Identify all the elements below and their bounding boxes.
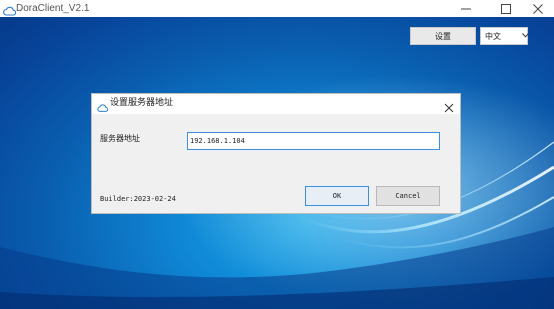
- minimize-button[interactable]: [451, 0, 481, 17]
- app-title-bar: DoraClient_V2.1: [0, 0, 554, 17]
- dialog-title-bar: 设置服务器地址: [92, 94, 460, 114]
- cloud-icon: [97, 98, 109, 117]
- server-address-label: 服务器地址: [100, 134, 140, 143]
- close-button[interactable]: [523, 0, 553, 17]
- cloud-icon: [3, 2, 17, 16]
- ok-button[interactable]: OK: [305, 186, 369, 206]
- server-address-dialog: 设置服务器地址 服务器地址 192.168.1.104 Builder:2023…: [91, 93, 461, 214]
- language-value: 中文: [485, 32, 501, 41]
- dialog-title: 设置服务器地址: [110, 98, 174, 108]
- dialog-close-button[interactable]: [444, 98, 456, 113]
- builder-date-text: Builder:2023-02-24: [100, 195, 176, 203]
- cancel-button[interactable]: Cancel: [376, 186, 440, 206]
- maximize-button[interactable]: [491, 0, 521, 17]
- language-select[interactable]: 中文: [480, 27, 529, 45]
- maximize-icon: [501, 4, 511, 14]
- app-title: DoraClient_V2.1: [16, 3, 90, 14]
- server-address-input[interactable]: 192.168.1.104: [187, 132, 440, 150]
- close-icon: [444, 103, 454, 113]
- close-icon: [533, 4, 543, 14]
- minimize-icon: [461, 8, 471, 10]
- settings-button[interactable]: 设置: [410, 27, 476, 45]
